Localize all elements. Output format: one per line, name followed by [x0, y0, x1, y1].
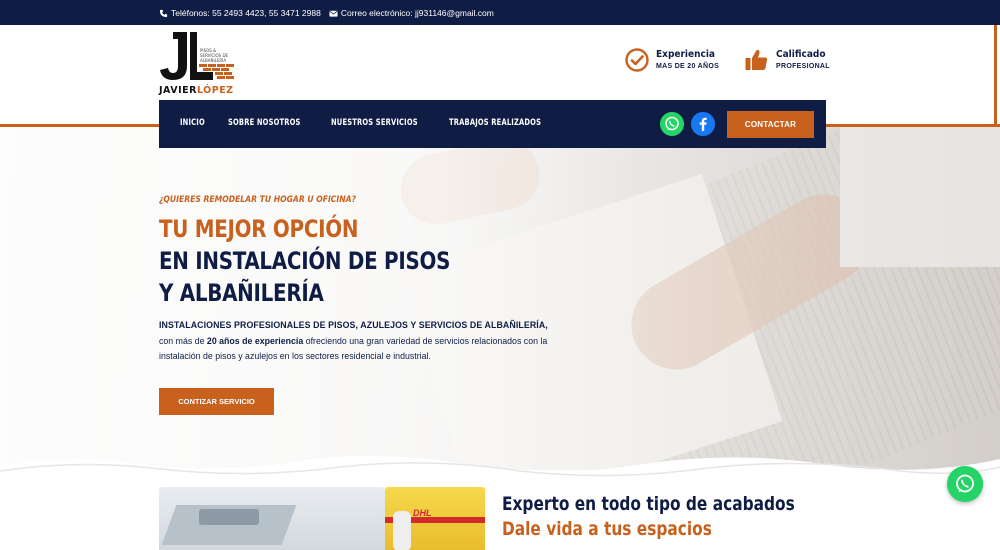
thumbs-up-icon — [745, 49, 768, 70]
hero-description-pre: con más de — [159, 335, 207, 346]
quote-service-button[interactable]: CONTIZAR SERVICIO — [159, 388, 274, 415]
main-navigation: INICIO SOBRE NOSOTROS NUESTROS SERVICIOS… — [159, 100, 826, 148]
nav-item-inicio[interactable]: INICIO — [180, 118, 205, 128]
hero-description-bold: 20 años de experiencia — [206, 335, 304, 346]
phone-icon — [159, 9, 168, 17]
hero-heading-line-3: Y ALBAÑILERÍA — [159, 279, 324, 307]
feature-experience: Experiencia MAS DE 20 AÑOS — [624, 47, 719, 73]
hero-heading-line-2: EN INSTALACIÓN DE PISOS — [159, 247, 451, 275]
wave-divider — [0, 455, 1000, 485]
hero-description-caps: INSTALACIONES PROFESIONALES DE PISOS, AZ… — [159, 320, 548, 330]
nav-item-sobre-nosotros[interactable]: SOBRE NOSOTROS — [228, 118, 301, 128]
hero-overlay — [0, 127, 1000, 470]
photo-sign: DHL — [413, 508, 432, 518]
hero-kicker: ¿QUIERES REMODELAR TU HOGAR U OFICINA? — [159, 195, 357, 205]
hero-heading-line-1: TU MEJOR OPCIÓN — [159, 215, 359, 243]
work-photo-kitchen — [159, 487, 385, 550]
section-title: Experto en todo tipo de acabados — [502, 493, 795, 515]
logo-first-name: JAVIER — [159, 85, 197, 96]
feature-subtitle: MAS DE 20 AÑOS — [656, 62, 720, 70]
contact-button[interactable]: CONTACTAR — [727, 111, 814, 138]
hero-description: INSTALACIONES PROFESIONALES DE PISOS, AZ… — [159, 318, 579, 365]
feature-title: Experiencia — [656, 48, 716, 60]
top-contact-bar: Teléfonos: 55 2493 4423, 55 3471 2988 Co… — [0, 0, 1000, 25]
photo-worker — [393, 511, 411, 550]
work-photo-office: DHL — [385, 487, 485, 550]
facebook-icon[interactable] — [691, 112, 715, 136]
hero-section — [0, 127, 1000, 470]
floating-whatsapp-icon[interactable] — [947, 466, 983, 502]
check-circle-icon — [625, 48, 649, 72]
nav-item-trabajos-realizados[interactable]: TRABAJOS REALIZADOS — [449, 118, 541, 128]
logo-last-name: LÓPEZ — [196, 85, 234, 96]
feature-qualified: Calificado PROFESIONAL — [744, 47, 830, 73]
mail-icon — [329, 10, 338, 17]
nav-item-nuestros-servicios[interactable]: NUESTROS SERVICIOS — [331, 118, 418, 128]
svg-text:ALBAÑILERÍA: ALBAÑILERÍA — [200, 58, 226, 63]
feature-title: Calificado — [776, 48, 826, 60]
email-address[interactable]: Correo electrónico: jj931146@gmail.com — [341, 8, 494, 18]
phone-numbers[interactable]: Teléfonos: 55 2493 4423, 55 3471 2988 — [171, 8, 321, 18]
logo-mark: PISOS & SERVICIOS DE ALBAÑILERÍA — [160, 32, 234, 80]
contact-info: Teléfonos: 55 2493 4423, 55 3471 2988 Co… — [159, 8, 494, 18]
nav-menu: INICIO SOBRE NOSOTROS NUESTROS SERVICIOS… — [180, 118, 574, 128]
feature-subtitle: PROFESIONAL — [776, 62, 830, 70]
logo-name: JAVIERLÓPEZ — [159, 85, 234, 96]
whatsapp-icon[interactable] — [660, 112, 684, 136]
section-subtitle: Dale vida a tus espacios — [502, 518, 712, 540]
photo-sink — [199, 509, 259, 525]
site-logo[interactable]: PISOS & SERVICIOS DE ALBAÑILERÍA JAVIERL… — [159, 30, 239, 98]
